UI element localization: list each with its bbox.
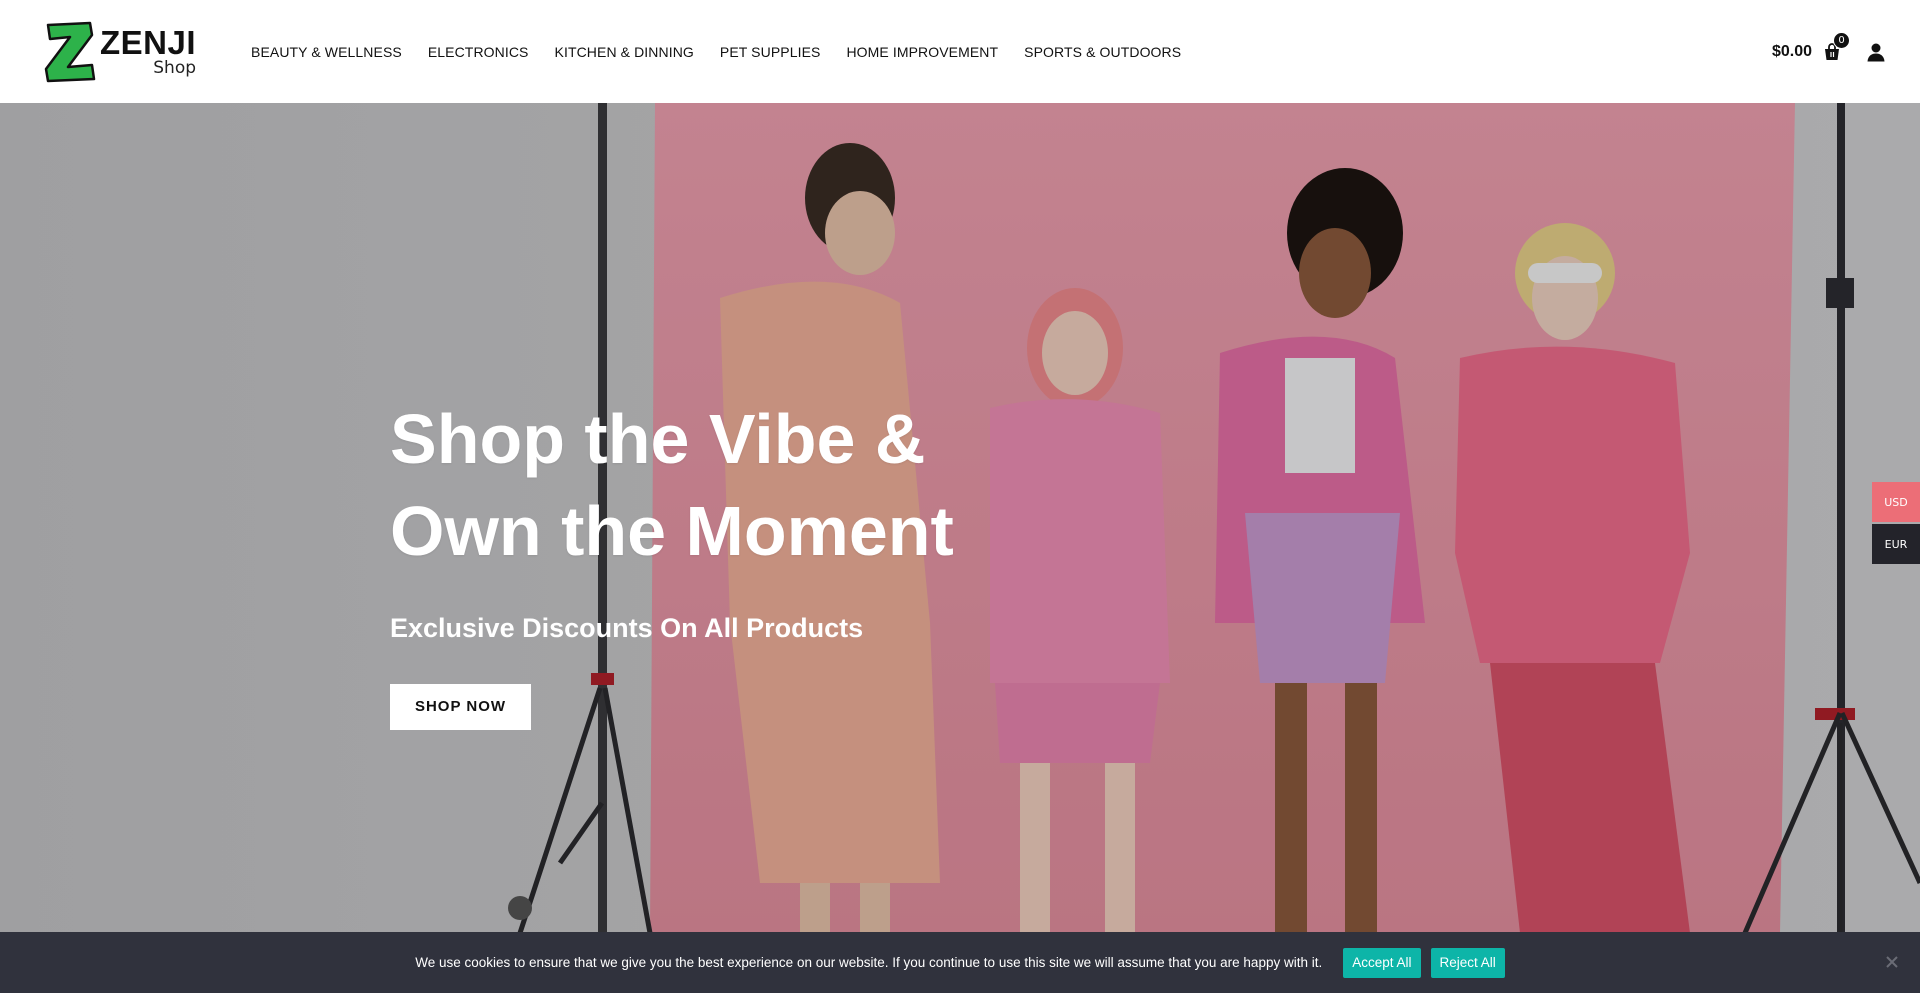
logo-wordmark: ZENJI bbox=[100, 24, 197, 61]
hero-title-line-1: Shop the Vibe & bbox=[390, 400, 926, 478]
hero-title-line-2: Own the Moment bbox=[390, 492, 954, 570]
currency-usd[interactable]: USD bbox=[1872, 482, 1920, 522]
header-actions: $0.00 0 bbox=[1772, 0, 1886, 103]
site-header: ZENJI Shop BEAUTY & WELLNESS ELECTRONICS… bbox=[0, 0, 1920, 103]
nav-item-sports-outdoors[interactable]: SPORTS & OUTDOORS bbox=[1011, 44, 1194, 60]
currency-eur[interactable]: EUR bbox=[1872, 524, 1920, 564]
hero-overlay bbox=[0, 103, 1920, 933]
nav-item-pet-supplies[interactable]: PET SUPPLIES bbox=[707, 44, 834, 60]
zenji-logo-icon bbox=[44, 21, 96, 82]
nav-item-beauty-wellness[interactable]: BEAUTY & WELLNESS bbox=[238, 44, 415, 60]
hero-banner: Shop the Vibe & Own the Moment Exclusive… bbox=[0, 103, 1920, 933]
site-logo[interactable]: ZENJI Shop bbox=[42, 20, 202, 84]
nav-item-electronics[interactable]: ELECTRONICS bbox=[415, 44, 542, 60]
currency-switcher: USD EUR bbox=[1872, 482, 1920, 566]
logo-text: ZENJI Shop bbox=[100, 26, 196, 77]
cart-total[interactable]: $0.00 bbox=[1772, 43, 1812, 61]
main-navigation: BEAUTY & WELLNESS ELECTRONICS KITCHEN & … bbox=[238, 44, 1194, 60]
cart-count-badge: 0 bbox=[1833, 31, 1850, 49]
cookie-consent-bar: We use cookies to ensure that we give yo… bbox=[0, 932, 1920, 993]
nav-item-kitchen-dinning[interactable]: KITCHEN & DINNING bbox=[542, 44, 707, 60]
nav-item-home-improvement[interactable]: HOME IMPROVEMENT bbox=[833, 44, 1011, 60]
shop-now-button[interactable]: SHOP NOW bbox=[390, 684, 531, 730]
logo-subtitle: Shop bbox=[153, 58, 197, 78]
shopping-bag-icon[interactable]: 0 bbox=[1822, 31, 1850, 62]
hero-title: Shop the Vibe & Own the Moment bbox=[390, 393, 954, 577]
hero-subtitle: Exclusive Discounts On All Products bbox=[390, 613, 864, 643]
accept-all-button[interactable]: Accept All bbox=[1343, 947, 1421, 978]
hero-content: Shop the Vibe & Own the Moment Exclusive… bbox=[390, 393, 954, 730]
close-icon[interactable] bbox=[1882, 952, 1902, 972]
user-icon[interactable] bbox=[1866, 42, 1886, 62]
reject-all-button[interactable]: Reject All bbox=[1430, 947, 1505, 978]
cookie-message: We use cookies to ensure that we give yo… bbox=[415, 955, 1323, 970]
